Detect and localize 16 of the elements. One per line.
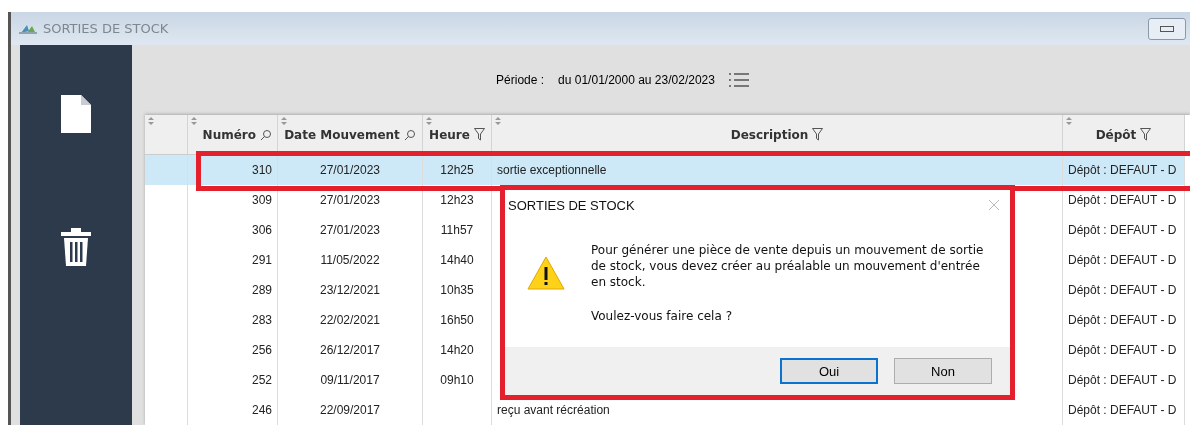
period-value: du 01/01/2000 au 23/02/2023 — [558, 73, 715, 87]
dialog-question: Voulez-vous faire cela ? — [591, 308, 733, 324]
table-cell: 22/09/2017 — [278, 395, 423, 425]
period-label: Période : — [496, 73, 545, 87]
table-cell: sortie exceptionnelle — [492, 155, 1063, 185]
dialog-button[interactable]: Oui — [780, 358, 878, 384]
column-header[interactable]: Numéro — [188, 115, 278, 155]
table-cell: 12h25 — [423, 155, 492, 185]
dialog-message: Pour générer une pièce de vente depuis un mouvement de sortie de stock, vous devez créer au préalable un mouvement d'entrée en stock. — [591, 242, 985, 290]
window-title: SORTIES DE STOCK — [43, 21, 170, 36]
table-cell: Dépôt : DEFAUT - D — [1063, 155, 1185, 185]
dialog-title: SORTIES DE STOCK — [508, 197, 635, 213]
table-cell: Dépôt : DEFAUT - D — [1063, 395, 1185, 425]
table-cell: 27/01/2023 — [278, 155, 423, 185]
table-cell: 246 — [188, 395, 278, 425]
dialog-button[interactable]: Non — [894, 358, 992, 384]
